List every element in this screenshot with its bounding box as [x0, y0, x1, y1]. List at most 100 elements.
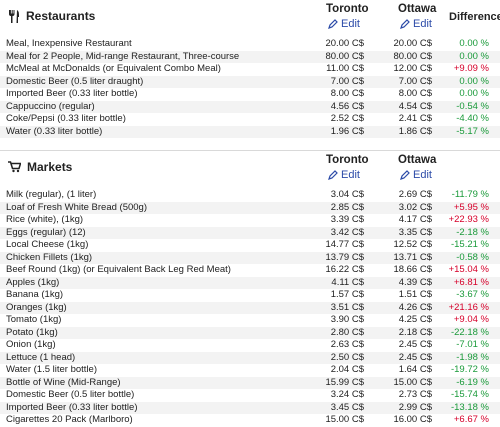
pencil-icon — [328, 19, 338, 29]
price-difference: -0.58 % — [456, 251, 489, 263]
city2-price: 3.35 C$ — [398, 226, 432, 238]
city1-price: 1.57 C$ — [330, 289, 364, 300]
city2-price: 2.45 C$ — [398, 351, 432, 363]
price-difference: +21.16 % — [448, 301, 489, 313]
edit-label: Edit — [413, 18, 432, 30]
item-name: McMeal at McDonalds (or Equivalent Combo… — [6, 63, 221, 74]
restaurants-city2-header: Ottawa — [398, 3, 437, 15]
table-row: Eggs (regular) (12) 3.42 C$ 3.35 C$ -2.18 % — [0, 226, 500, 239]
city2-price: 18.66 C$ — [393, 264, 432, 275]
markets-section: Markets Toronto Ottawa Edit Edit Milk (r… — [0, 151, 500, 427]
table-row: Imported Beer (0.33 liter bottle) 3.45 C$… — [0, 401, 500, 414]
table-row: Apples (1kg) 4.11 C$ 4.39 C$ +6.81 % — [0, 276, 500, 289]
city2-price: 12.00 C$ — [393, 63, 432, 74]
city1-price: 13.79 C$ — [325, 251, 364, 263]
table-row: Water (1.5 liter bottle) 2.04 C$ 1.64 C$ -1… — [0, 364, 500, 377]
markets-edit-city2-link[interactable]: Edit — [400, 169, 432, 181]
city2-price: 13.71 C$ — [393, 251, 432, 263]
city1-price: 2.52 C$ — [330, 113, 364, 124]
restaurants-section: Restaurants Toronto Ottawa Difference Ed… — [0, 0, 500, 151]
price-difference: -5.17 % — [456, 125, 489, 137]
item-name: Milk (regular), (1 liter) — [6, 189, 97, 200]
city1-price: 3.04 C$ — [330, 189, 364, 200]
price-difference: -0.54 % — [456, 100, 489, 112]
price-difference: 0.00 % — [459, 88, 489, 99]
item-name: Domestic Beer (0.5 liter draught) — [6, 75, 144, 87]
restaurants-edit-city1-link[interactable]: Edit — [328, 18, 360, 30]
table-row: Tomato (1kg) 3.90 C$ 4.25 C$ +9.04 % — [0, 314, 500, 327]
restaurants-difference-header: Difference — [449, 11, 500, 23]
item-name: Beef Round (1kg) (or Equivalent Back Leg… — [6, 264, 231, 275]
price-difference: -2.18 % — [456, 226, 489, 238]
city1-price: 11.00 C$ — [326, 63, 364, 74]
city1-price: 7.00 C$ — [330, 75, 364, 87]
restaurants-header: Restaurants Toronto Ottawa Difference Ed… — [0, 0, 500, 38]
price-difference: +6.67 % — [453, 414, 489, 425]
price-difference: -15.21 % — [450, 239, 489, 250]
price-difference: -22.18 % — [450, 326, 489, 338]
city1-price: 3.39 C$ — [330, 214, 364, 225]
price-difference: -6.19 % — [456, 376, 489, 388]
item-name: Oranges (1kg) — [6, 301, 67, 313]
edit-label: Edit — [413, 169, 432, 181]
restaurants-edit-city2-link[interactable]: Edit — [400, 18, 432, 30]
markets-city2-header: Ottawa — [398, 154, 437, 166]
table-row: Chicken Fillets (1kg) 13.79 C$ 13.71 C$ -0.… — [0, 251, 500, 264]
city1-price: 80.00 C$ — [325, 50, 364, 62]
price-difference: +5.95 % — [453, 201, 489, 213]
city2-price: 2.69 C$ — [398, 189, 432, 200]
city2-price: 1.64 C$ — [398, 364, 432, 375]
item-name: Meal, Inexpensive Restaurant — [6, 38, 132, 49]
table-row: Water (0.33 liter bottle) 1.96 C$ 1.86 C$ -… — [0, 125, 500, 138]
item-name: Bottle of Wine (Mid-Range) — [6, 376, 121, 388]
item-name: Chicken Fillets (1kg) — [6, 251, 93, 263]
item-name: Potato (1kg) — [6, 326, 58, 338]
city1-price: 15.00 C$ — [325, 414, 364, 425]
markets-title-text: Markets — [27, 160, 73, 174]
item-name: Onion (1kg) — [6, 339, 56, 350]
shopping-cart-icon — [8, 161, 21, 173]
item-name: Cigarettes 20 Pack (Marlboro) — [6, 414, 133, 425]
edit-label: Edit — [341, 18, 360, 30]
city1-price: 3.51 C$ — [330, 301, 364, 313]
city1-price: 16.22 C$ — [325, 264, 364, 275]
item-name: Meal for 2 People, Mid-range Restaurant,… — [6, 50, 240, 62]
item-name: Tomato (1kg) — [6, 314, 62, 325]
city2-price: 4.25 C$ — [398, 314, 432, 325]
table-row: Local Cheese (1kg) 14.77 C$ 12.52 C$ -15.21… — [0, 239, 500, 252]
table-row: Coke/Pepsi (0.33 liter bottle) 2.52 C$ 2.4… — [0, 113, 500, 126]
markets-header: Markets Toronto Ottawa Edit Edit — [0, 151, 500, 189]
restaurants-title: Restaurants — [8, 9, 95, 23]
city1-price: 4.56 C$ — [330, 100, 364, 112]
table-row: Domestic Beer (0.5 liter bottle) 3.24 C$ 2… — [0, 389, 500, 402]
price-difference: 0.00 % — [459, 38, 489, 49]
item-name: Rice (white), (1kg) — [6, 214, 84, 225]
markets-edit-city1-link[interactable]: Edit — [328, 169, 360, 181]
city1-price: 2.85 C$ — [330, 201, 364, 213]
table-row: Oranges (1kg) 3.51 C$ 4.26 C$ +21.16 % — [0, 301, 500, 314]
city1-price: 2.80 C$ — [330, 326, 364, 338]
item-name: Water (1.5 liter bottle) — [6, 364, 97, 375]
item-name: Banana (1kg) — [6, 289, 64, 300]
table-row: Imported Beer (0.33 liter bottle) 8.00 C$… — [0, 88, 500, 101]
restaurants-table: Meal, Inexpensive Restaurant 20.00 C$ 20.0… — [0, 38, 500, 138]
price-difference: -13.18 % — [450, 401, 489, 413]
table-row: Bottle of Wine (Mid-Range) 15.99 C$ 15.00 … — [0, 376, 500, 389]
table-row: Banana (1kg) 1.57 C$ 1.51 C$ -3.67 % — [0, 289, 500, 302]
markets-table: Milk (regular), (1 liter) 3.04 C$ 2.69 C$ -… — [0, 189, 500, 427]
table-row: Loaf of Fresh White Bread (500g) 2.85 C$ 3… — [0, 201, 500, 214]
table-row: Milk (regular), (1 liter) 3.04 C$ 2.69 C$ -… — [0, 189, 500, 202]
city2-price: 2.99 C$ — [398, 401, 432, 413]
city1-price: 3.42 C$ — [330, 226, 364, 238]
table-row: Meal for 2 People, Mid-range Restaurant,… — [0, 50, 500, 63]
price-difference: -3.67 % — [456, 289, 489, 300]
price-difference: -4.40 % — [456, 113, 489, 124]
city2-price: 2.45 C$ — [398, 339, 432, 350]
item-name: Imported Beer (0.33 liter bottle) — [6, 88, 138, 99]
table-row: Beef Round (1kg) (or Equivalent Back Leg… — [0, 264, 500, 277]
city2-price: 12.52 C$ — [393, 239, 432, 250]
city1-price: 2.50 C$ — [330, 351, 364, 363]
city1-price: 2.04 C$ — [330, 364, 364, 375]
table-row: Lettuce (1 head) 2.50 C$ 2.45 C$ -1.98 % — [0, 351, 500, 364]
city1-price: 3.45 C$ — [330, 401, 364, 413]
